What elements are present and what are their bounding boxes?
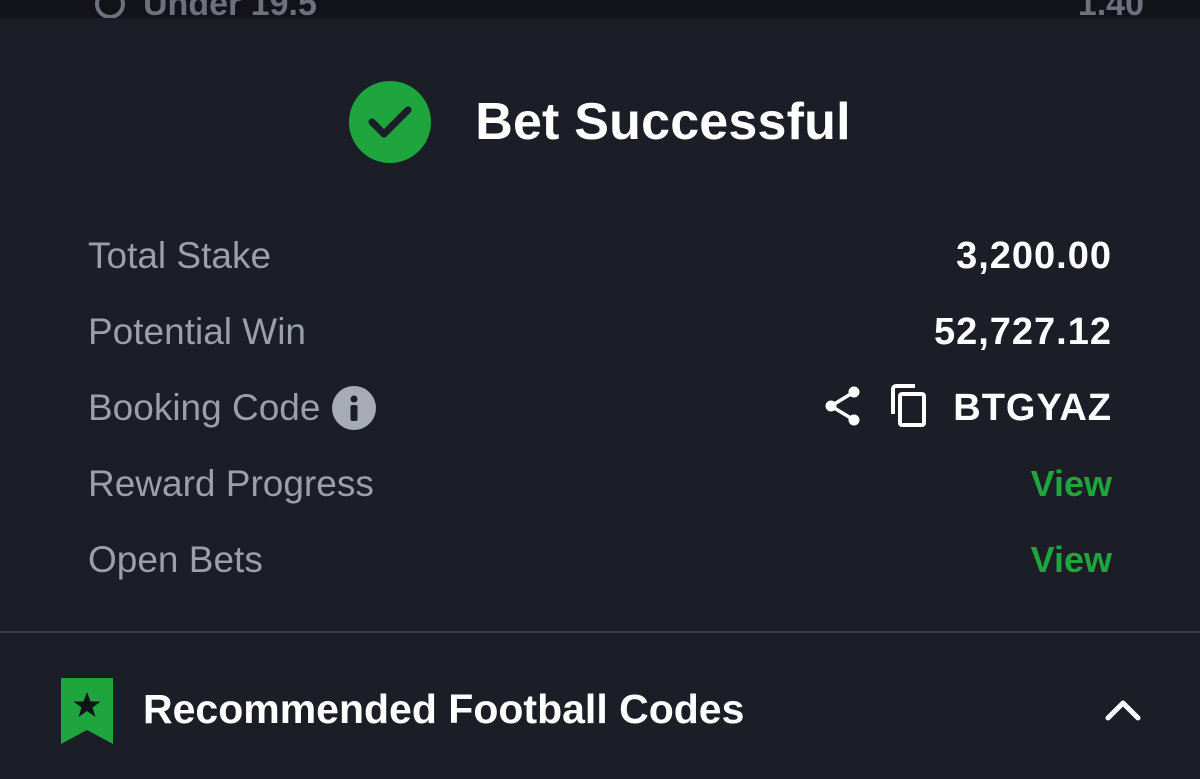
potential-win-row: Potential Win 52,727.12 <box>88 294 1112 370</box>
reward-progress-row: Reward Progress View <box>88 446 1112 522</box>
booking-code-label-group: Booking Code <box>88 386 377 430</box>
total-stake-value: 3,200.00 <box>956 234 1112 277</box>
potential-win-label: Potential Win <box>88 311 306 352</box>
open-bets-view-link[interactable]: View <box>1031 539 1112 581</box>
success-header: Bet Successful <box>0 81 1200 163</box>
copy-icon[interactable] <box>889 383 927 433</box>
check-circle-icon <box>349 81 432 163</box>
reward-progress-label: Reward Progress <box>88 463 374 504</box>
background-betslip: Under 19.5 1.40 <box>0 0 1200 18</box>
open-bets-label: Open Bets <box>88 539 263 580</box>
total-stake-label: Total Stake <box>88 235 272 276</box>
behind-selection-left: Under 19.5 <box>95 0 317 18</box>
bet-summary: Total Stake 3,200.00 Potential Win 52,72… <box>88 218 1112 598</box>
behind-selection-odds: 1.40 <box>1078 0 1144 18</box>
behind-selection-label: Under 19.5 <box>143 0 317 18</box>
bet-success-sheet: Bet Successful Total Stake 3,200.00 Pote… <box>0 18 1200 779</box>
share-icon[interactable] <box>823 385 863 432</box>
recommended-codes-title: Recommended Football Codes <box>143 686 745 732</box>
star-ribbon-icon <box>61 678 113 744</box>
info-icon[interactable] <box>332 386 377 430</box>
total-stake-row: Total Stake 3,200.00 <box>88 218 1112 294</box>
page-title: Bet Successful <box>475 93 851 151</box>
potential-win-value: 52,727.12 <box>933 310 1112 353</box>
recommended-codes-header[interactable]: Recommended Football Codes <box>0 678 1200 744</box>
booking-code-actions: BTGYAZ <box>823 383 1112 433</box>
bet-success-screen: Under 19.5 1.40 Bet Successful Total Sta… <box>0 0 1200 779</box>
booking-code-label: Booking Code <box>88 387 321 428</box>
booking-code-value[interactable]: BTGYAZ <box>953 387 1112 430</box>
football-icon <box>95 0 125 18</box>
open-bets-row: Open Bets View <box>88 522 1112 598</box>
behind-selection-row: Under 19.5 1.40 <box>95 0 1144 18</box>
chevron-up-icon[interactable] <box>1104 694 1142 724</box>
section-divider <box>0 631 1200 633</box>
reward-progress-view-link[interactable]: View <box>1031 463 1112 505</box>
booking-code-row: Booking Code BTGYAZ <box>88 370 1112 446</box>
